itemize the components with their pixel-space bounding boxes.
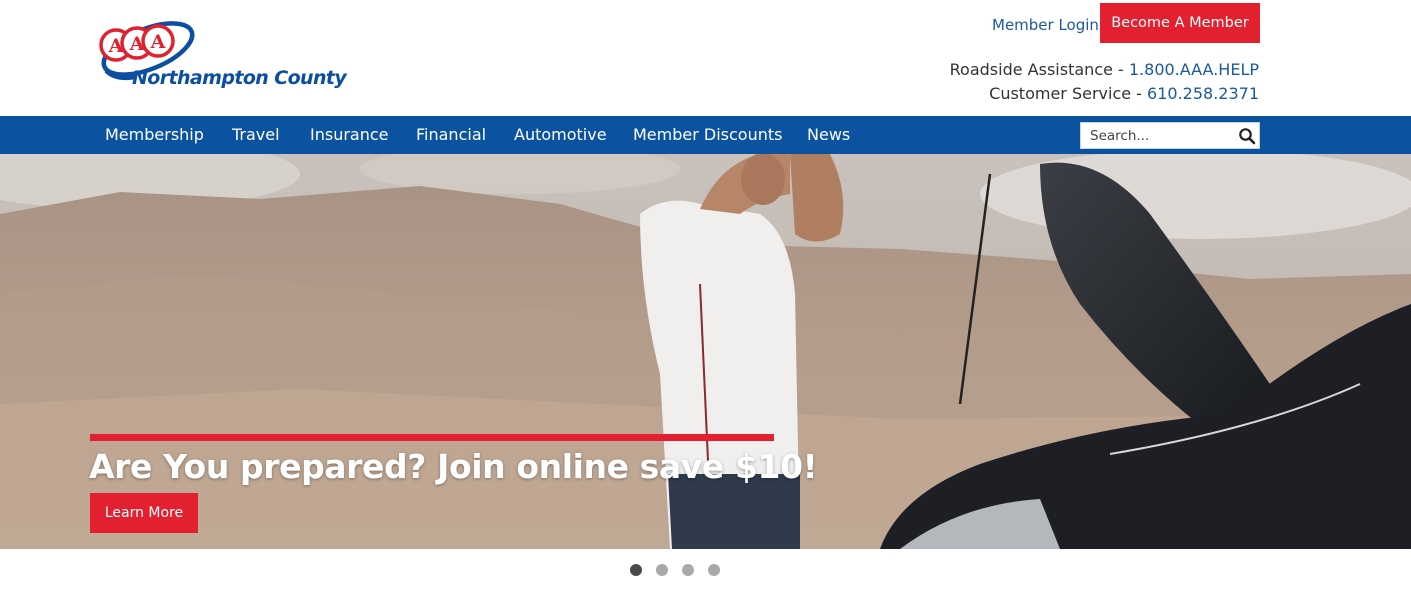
aaa-logo[interactable]: A A A Northampton County: [96, 19, 347, 94]
carousel-dot-4[interactable]: [708, 564, 720, 576]
become-member-button[interactable]: Become A Member: [1100, 3, 1260, 43]
roadside-phone-link[interactable]: 1.800.AAA.HELP: [1129, 60, 1259, 79]
svg-text:A: A: [129, 33, 145, 55]
svg-text:A: A: [150, 31, 166, 53]
carousel-dot-1[interactable]: [630, 564, 642, 576]
roadside-label: Roadside Assistance -: [949, 60, 1129, 79]
search-icon[interactable]: [1238, 127, 1256, 145]
roadside-assistance: Roadside Assistance - 1.800.AAA.HELP: [950, 60, 1259, 79]
carousel-dot-2[interactable]: [656, 564, 668, 576]
nav-item-insurance[interactable]: Insurance: [310, 116, 389, 154]
member-login-link[interactable]: Member Login: [992, 16, 1099, 34]
customer-service: Customer Service - 610.258.2371: [989, 84, 1259, 103]
site-header: A A A Northampton County Member Login Be…: [0, 0, 1411, 116]
hero-image: [0, 154, 1411, 549]
nav-item-membership[interactable]: Membership: [105, 116, 204, 154]
nav-item-automotive[interactable]: Automotive: [514, 116, 607, 154]
search-input[interactable]: [1081, 123, 1231, 148]
svg-text:A: A: [108, 35, 124, 57]
hero-banner: Are You prepared? Join online save $10! …: [0, 154, 1411, 549]
nav-item-financial[interactable]: Financial: [416, 116, 486, 154]
customer-service-phone-link[interactable]: 610.258.2371: [1147, 84, 1259, 103]
learn-more-button[interactable]: Learn More: [90, 493, 198, 533]
carousel-dot-3[interactable]: [682, 564, 694, 576]
search-box: [1080, 122, 1260, 149]
customer-service-label: Customer Service -: [989, 84, 1148, 103]
hero-headline: Are You prepared? Join online save $10!: [89, 447, 818, 486]
nav-item-member-discounts[interactable]: Member Discounts: [633, 116, 782, 154]
main-navigation: Membership Travel Insurance Financial Au…: [0, 116, 1411, 154]
nav-item-travel[interactable]: Travel: [232, 116, 280, 154]
nav-item-news[interactable]: News: [807, 116, 850, 154]
hero-accent-bar: [90, 434, 774, 441]
club-name: Northampton County: [132, 67, 347, 89]
